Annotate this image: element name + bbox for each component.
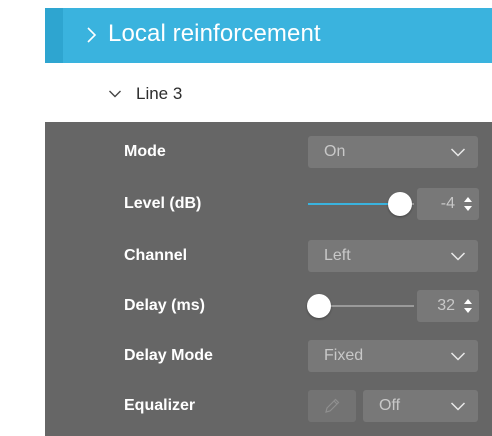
pencil-icon — [325, 398, 340, 413]
subsection-header-line-3[interactable]: Line 3 — [45, 68, 492, 120]
chevron-down-icon — [450, 145, 466, 159]
setting-row-delay-mode: Delay Mode Fixed — [45, 331, 492, 381]
channel-label: Channel — [124, 247, 188, 264]
settings-panel: Mode On Level (dB) -4 Channel Left Delay… — [45, 122, 492, 436]
setting-row-mode: Mode On — [45, 127, 492, 177]
delay-value: 32 — [437, 297, 455, 314]
delay-stepper[interactable]: 32 — [417, 290, 479, 322]
setting-row-equalizer: Equalizer Off — [45, 381, 492, 431]
delay-mode-label: Delay Mode — [124, 347, 213, 364]
mode-value: On — [324, 143, 346, 160]
slider-thumb[interactable] — [306, 294, 331, 318]
channel-value: Left — [324, 247, 351, 264]
chevron-down-icon — [108, 87, 122, 101]
slider-thumb[interactable] — [388, 192, 413, 216]
equalizer-edit-button[interactable] — [308, 390, 356, 422]
chevron-right-icon — [80, 23, 104, 47]
mode-dropdown[interactable]: On — [308, 136, 478, 168]
delay-slider[interactable] — [306, 294, 414, 318]
section-title: Local reinforcement — [108, 20, 321, 47]
level-value: -4 — [440, 195, 455, 212]
equalizer-label: Equalizer — [124, 397, 196, 414]
slider-fill — [308, 203, 401, 205]
chevron-down-icon — [450, 249, 466, 263]
setting-row-delay: Delay (ms) 32 — [45, 281, 492, 331]
stepper-arrows-icon[interactable] — [463, 296, 473, 316]
level-slider[interactable] — [308, 192, 414, 216]
channel-dropdown[interactable]: Left — [308, 240, 478, 272]
chevron-down-icon — [450, 349, 466, 363]
section-header-local-reinforcement[interactable]: Local reinforcement — [45, 8, 492, 63]
setting-row-channel: Channel Left — [45, 231, 492, 281]
equalizer-value: Off — [379, 397, 401, 414]
mode-label: Mode — [124, 143, 166, 160]
delay-label: Delay (ms) — [124, 297, 205, 314]
level-label: Level (dB) — [124, 195, 202, 212]
stepper-arrows-icon[interactable] — [463, 194, 473, 214]
setting-row-level: Level (dB) -4 — [45, 179, 492, 229]
delay-mode-dropdown[interactable]: Fixed — [308, 340, 478, 372]
level-stepper[interactable]: -4 — [417, 188, 479, 220]
subsection-title: Line 3 — [136, 84, 183, 103]
header-accent-bar — [45, 8, 63, 63]
delay-mode-value: Fixed — [324, 347, 364, 364]
equalizer-dropdown[interactable]: Off — [363, 390, 478, 422]
chevron-down-icon — [450, 399, 466, 413]
